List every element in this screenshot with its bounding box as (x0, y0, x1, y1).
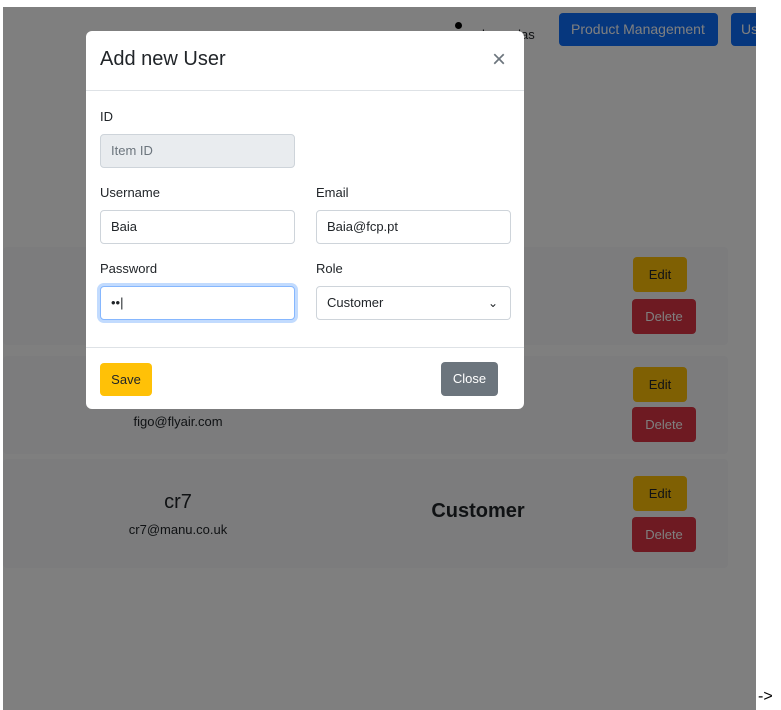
modal-title: Add new User (100, 48, 226, 70)
password-label: Password (100, 261, 158, 276)
close-icon[interactable]: × (492, 46, 506, 74)
modal-footer: Save Close (86, 347, 524, 409)
email-label: Email (316, 185, 349, 200)
id-label: ID (100, 109, 113, 124)
close-button[interactable]: Close (441, 362, 498, 396)
role-label: Role (316, 261, 343, 276)
username-label: Username (100, 185, 160, 200)
username-field[interactable]: Baia (100, 210, 295, 244)
modal-header: Add new User × (86, 31, 524, 91)
save-button[interactable]: Save (100, 363, 152, 396)
add-user-modal: Add new User × ID Item ID Username Baia … (86, 31, 524, 409)
chevron-down-icon: ⌄ (487, 296, 498, 310)
email-field[interactable]: Baia@fcp.pt (316, 210, 511, 244)
corner-arrow-text: -> (758, 688, 773, 705)
text-cursor: | (120, 295, 124, 310)
role-select-value: Customer (327, 295, 384, 310)
id-field[interactable]: Item ID (100, 134, 295, 168)
role-select[interactable]: Customer ⌄ (316, 286, 511, 320)
password-value: •• (111, 295, 121, 310)
password-field[interactable]: ••| (100, 286, 295, 320)
